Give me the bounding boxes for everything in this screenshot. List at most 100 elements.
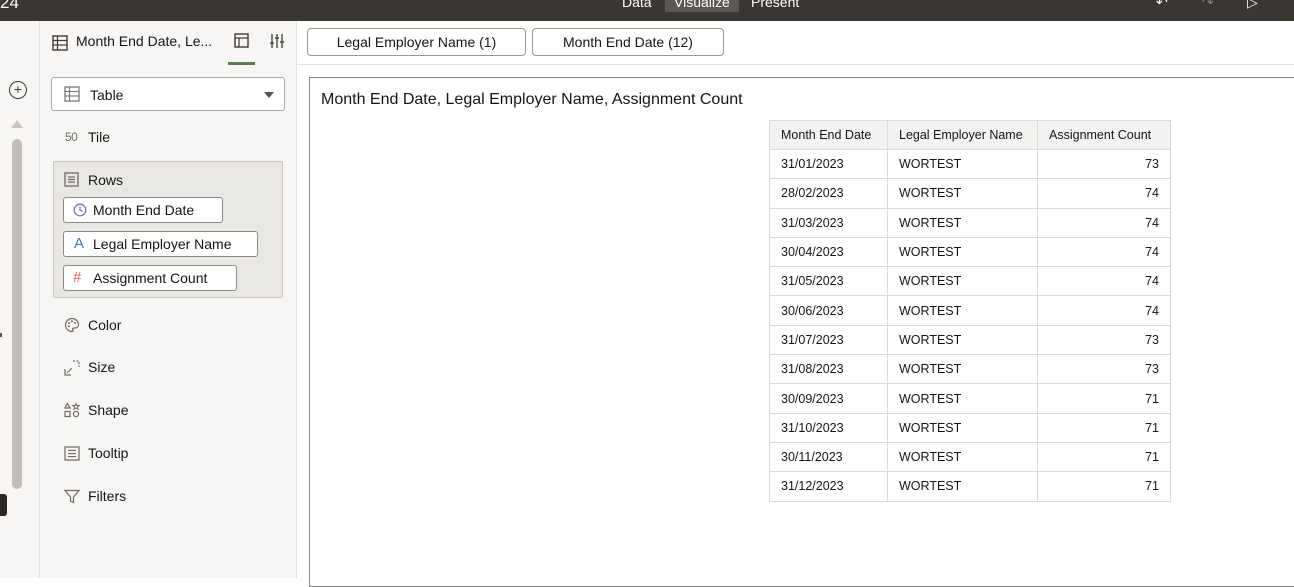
cell-assignment-count: 73 <box>1037 354 1171 385</box>
rail-marker <box>0 333 2 337</box>
table-row: 31/12/2023 WORTEST 71 <box>769 471 1171 502</box>
column-header-month-end-date[interactable]: Month End Date <box>769 120 888 150</box>
add-icon[interactable]: + <box>9 81 27 99</box>
left-rail: + <box>0 21 40 578</box>
visualization-canvas[interactable]: Month End Date, Legal Employer Name, Ass… <box>309 77 1294 587</box>
cell-legal-employer-name: WORTEST <box>887 471 1038 502</box>
filters-label: Filters <box>88 488 127 504</box>
cell-month-end-date: 30/06/2023 <box>769 295 888 326</box>
cell-assignment-count: 71 <box>1037 383 1171 414</box>
rows-drop-zone[interactable]: Rows Month End Date A Legal Employer Nam… <box>53 161 283 298</box>
cell-month-end-date: 31/12/2023 <box>769 471 888 502</box>
shape-icon <box>64 402 80 418</box>
active-tab-indicator <box>228 62 255 65</box>
cell-legal-employer-name: WORTEST <box>887 148 1038 180</box>
sliders-icon[interactable] <box>269 33 285 49</box>
table-row: 30/09/2023 WORTEST 71 <box>769 383 1171 414</box>
cell-month-end-date: 31/08/2023 <box>769 354 888 385</box>
cell-month-end-date: 30/11/2023 <box>769 441 888 473</box>
tile-icon: 50 <box>65 130 78 144</box>
cell-legal-employer-name: WORTEST <box>887 236 1038 268</box>
row-pill-legal-employer-name[interactable]: A Legal Employer Name <box>63 231 258 257</box>
top-bar: 24 Data Visualize Present ↶ ↷ ▷ ⋮ <box>0 0 1294 21</box>
chevron-down-icon <box>264 92 274 98</box>
row-pill-assignment-count[interactable]: # Assignment Count <box>63 265 237 291</box>
top-left-number: 24 <box>0 0 19 12</box>
table-row: 30/04/2023 WORTEST 74 <box>769 236 1171 268</box>
cell-month-end-date: 28/02/2023 <box>769 178 888 209</box>
cell-month-end-date: 30/04/2023 <box>769 236 888 268</box>
cell-assignment-count: 74 <box>1037 295 1171 326</box>
table-row: 30/06/2023 WORTEST 74 <box>769 295 1171 326</box>
row-pill-label: Month End Date <box>93 202 195 218</box>
scroll-up-icon[interactable] <box>11 120 23 128</box>
column-header-legal-employer-name[interactable]: Legal Employer Name <box>887 120 1038 150</box>
row-pill-month-end-date[interactable]: Month End Date <box>63 197 223 223</box>
table-header-row: Month End Date Legal Employer Name Assig… <box>769 120 1171 150</box>
table-row: 28/02/2023 WORTEST 74 <box>769 178 1171 209</box>
cell-assignment-count: 74 <box>1037 266 1171 297</box>
table-row: 31/10/2023 WORTEST 71 <box>769 412 1171 443</box>
tab-visualize[interactable]: Visualize <box>665 0 739 12</box>
cell-legal-employer-name: WORTEST <box>887 295 1038 326</box>
hash-icon: # <box>73 269 82 286</box>
more-icon[interactable]: ⋮ <box>1288 0 1294 11</box>
rail-handle[interactable] <box>0 494 7 516</box>
cell-month-end-date: 31/05/2023 <box>769 266 888 297</box>
filter-bar: Legal Employer Name (1) Month End Date (… <box>297 21 1294 65</box>
data-table: Month End Date Legal Employer Name Assig… <box>769 120 1171 502</box>
palette-icon <box>64 317 80 333</box>
column-header-assignment-count[interactable]: Assignment Count <box>1037 120 1171 150</box>
filter-icon <box>64 489 80 504</box>
viz-title[interactable]: Month End Date, Le... <box>76 33 212 49</box>
tile-label: Tile <box>88 129 111 145</box>
cell-legal-employer-name: WORTEST <box>887 178 1038 209</box>
play-icon[interactable]: ▷ <box>1247 0 1258 11</box>
properties-icon[interactable] <box>234 33 249 48</box>
rows-icon <box>64 172 79 187</box>
rows-label: Rows <box>88 172 124 188</box>
cell-legal-employer-name: WORTEST <box>887 207 1038 238</box>
filter-chip-legal-employer-name[interactable]: Legal Employer Name (1) <box>307 28 526 56</box>
row-pill-label: Legal Employer Name <box>93 236 232 252</box>
undo-icon[interactable]: ↶ <box>1156 0 1168 11</box>
panel-header: Month End Date, Le... <box>40 21 296 65</box>
cell-assignment-count: 71 <box>1037 471 1171 502</box>
table-row: 30/11/2023 WORTEST 71 <box>769 441 1171 473</box>
cell-month-end-date: 31/01/2023 <box>769 148 888 180</box>
table-icon <box>64 86 80 102</box>
table-row: 31/05/2023 WORTEST 74 <box>769 266 1171 297</box>
rail-scrollbar[interactable] <box>12 139 22 489</box>
size-icon <box>64 360 80 376</box>
text-attribute-icon: A <box>74 235 85 252</box>
table-row: 31/07/2023 WORTEST 73 <box>769 324 1171 356</box>
cell-assignment-count: 71 <box>1037 441 1171 473</box>
viz-type-select[interactable]: Table <box>51 77 285 111</box>
grammar-panel: Month End Date, Le... Table 50 Tile Rows… <box>40 21 297 578</box>
cell-assignment-count: 74 <box>1037 178 1171 209</box>
row-pill-label: Assignment Count <box>93 270 208 286</box>
size-label: Size <box>88 359 116 375</box>
tab-present[interactable]: Present <box>742 0 808 12</box>
cell-month-end-date: 31/03/2023 <box>769 207 888 238</box>
tab-data[interactable]: Data <box>613 0 661 12</box>
viz-type-label: Table <box>90 87 124 103</box>
table-icon <box>52 35 68 51</box>
cell-month-end-date: 30/09/2023 <box>769 383 888 414</box>
canvas-title: Month End Date, Legal Employer Name, Ass… <box>321 91 743 108</box>
cell-legal-employer-name: WORTEST <box>887 441 1038 473</box>
cell-assignment-count: 73 <box>1037 324 1171 356</box>
filter-chip-month-end-date[interactable]: Month End Date (12) <box>532 28 724 56</box>
cell-legal-employer-name: WORTEST <box>887 383 1038 414</box>
cell-month-end-date: 31/10/2023 <box>769 412 888 443</box>
color-label: Color <box>88 317 122 333</box>
table-row: 31/01/2023 WORTEST 73 <box>769 148 1171 180</box>
cell-assignment-count: 74 <box>1037 236 1171 268</box>
clock-icon <box>73 203 87 217</box>
tooltip-icon <box>64 446 80 461</box>
shape-label: Shape <box>88 402 129 418</box>
cell-legal-employer-name: WORTEST <box>887 412 1038 443</box>
cell-assignment-count: 71 <box>1037 412 1171 443</box>
redo-icon[interactable]: ↷ <box>1202 0 1214 11</box>
table-row: 31/03/2023 WORTEST 74 <box>769 207 1171 238</box>
